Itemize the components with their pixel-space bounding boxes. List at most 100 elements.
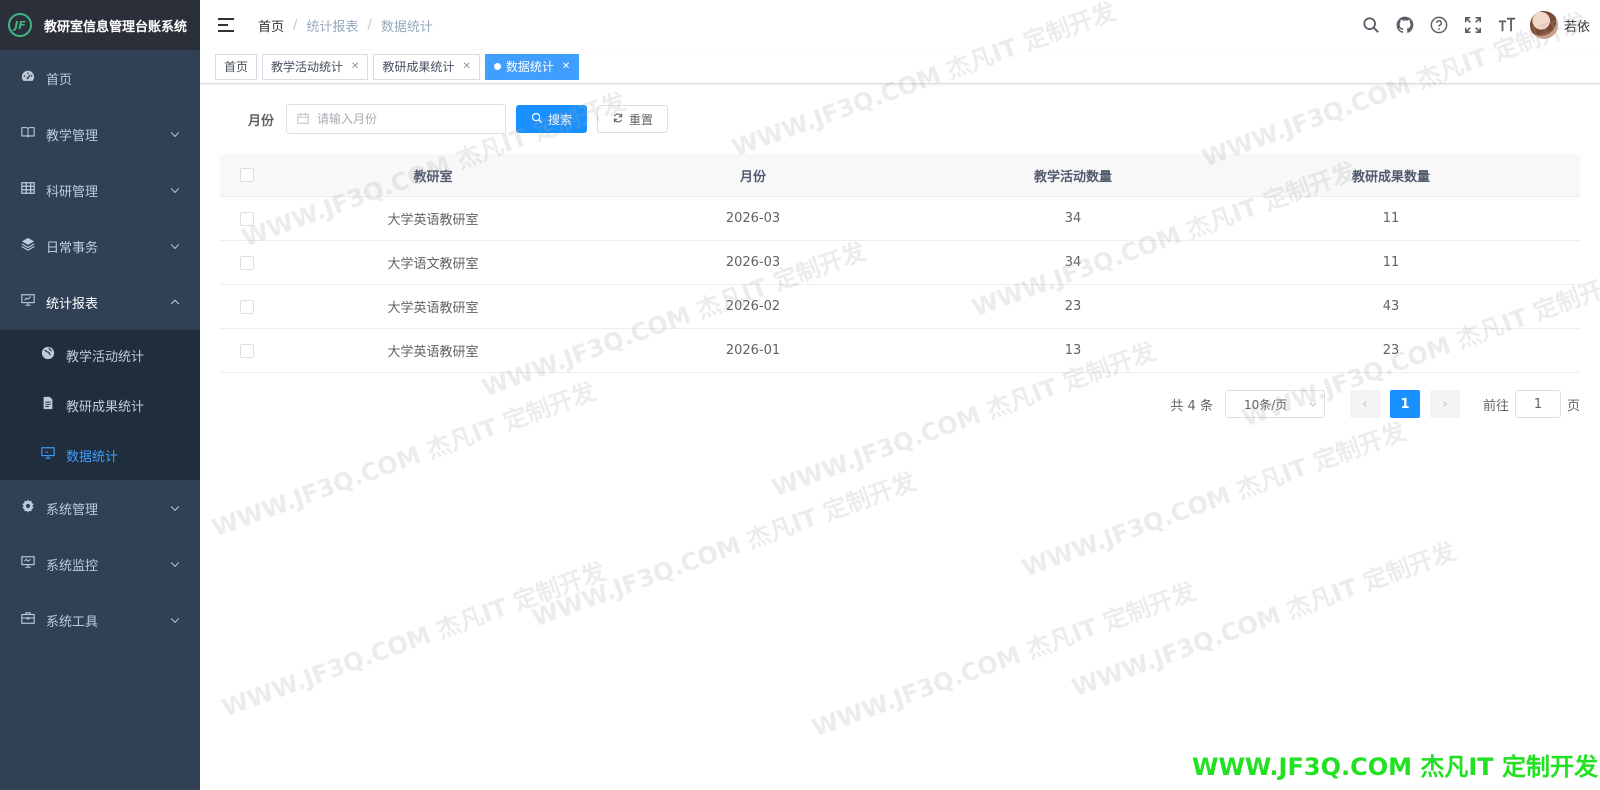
- search-button-label: 搜索: [548, 112, 573, 127]
- hamburger-icon[interactable]: [218, 18, 234, 32]
- main-content: 月份 搜索 重置 教研室 月份 教学活动数量 教研成果数量: [200, 84, 1600, 790]
- book-icon: [20, 125, 36, 143]
- close-icon[interactable]: ✕: [562, 55, 570, 79]
- table-cell: 13: [1064, 343, 1082, 358]
- month-input[interactable]: [317, 112, 488, 126]
- page-size-select[interactable]: 10条/页: [1224, 390, 1325, 418]
- table-cell: 大学英语教研室: [387, 301, 479, 316]
- sidebar-item-data-stats[interactable]: 数据统计: [0, 430, 200, 480]
- table-row[interactable]: 大学英语教研室 2026-02 23 43: [220, 285, 1580, 329]
- logo[interactable]: JF 教研室信息管理台账系统: [0, 0, 200, 50]
- sidebar-item-research-stats[interactable]: 教研成果统计: [0, 380, 200, 430]
- goto-page-input[interactable]: [1514, 390, 1561, 418]
- sidebar-item-label: 教研成果统计: [66, 399, 145, 415]
- grid-icon: [20, 181, 36, 199]
- globe-icon: [40, 346, 56, 364]
- gear-icon: [20, 499, 36, 517]
- monitor-icon: [20, 555, 36, 573]
- table-cell: 23: [1064, 299, 1082, 314]
- document-icon: [40, 396, 56, 414]
- page-number-button[interactable]: 1: [1389, 390, 1420, 418]
- sidebar-item-teaching[interactable]: 教学管理: [0, 106, 200, 162]
- search-icon[interactable]: [1361, 15, 1381, 35]
- sidebar-item-research[interactable]: 科研管理: [0, 162, 200, 218]
- data-table: 教研室 月份 教学活动数量 教研成果数量 大学英语教研室 2026-03 34 …: [220, 154, 1580, 373]
- chevron-down-icon: [170, 128, 180, 138]
- calendar-icon: [297, 112, 309, 127]
- sidebar-item-home[interactable]: 首页: [0, 50, 200, 106]
- sidebar-item-label: 教学管理: [46, 128, 99, 144]
- sidebar-item-label: 数据统计: [66, 449, 119, 465]
- active-dot-icon: [493, 63, 501, 70]
- reset-button[interactable]: 重置: [597, 105, 669, 133]
- sidebar-item-tools[interactable]: 系统工具: [0, 592, 200, 648]
- row-checkbox[interactable]: [240, 255, 254, 270]
- tag-teaching-stats[interactable]: 教学活动统计 ✕: [262, 53, 369, 80]
- breadcrumb-item[interactable]: 首页: [258, 16, 284, 35]
- refresh-icon: [612, 112, 624, 127]
- sidebar-item-daily[interactable]: 日常事务: [0, 218, 200, 274]
- chevron-down-icon: [170, 184, 180, 194]
- table-row[interactable]: 大学语文教研室 2026-03 34 11: [220, 241, 1580, 285]
- row-checkbox[interactable]: [240, 343, 254, 358]
- pagination: 共 4 条 10条/页 ‹ 1 › 前往 页: [1170, 390, 1580, 418]
- close-icon[interactable]: ✕: [462, 55, 470, 79]
- close-icon[interactable]: ✕: [351, 55, 359, 79]
- app-title: 教研室信息管理台账系统: [44, 19, 188, 35]
- question-icon[interactable]: [1429, 15, 1449, 35]
- tag-data-stats[interactable]: 数据统计 ✕: [484, 53, 580, 80]
- user-name[interactable]: 若依: [1564, 16, 1590, 35]
- reports-submenu: 教学活动统计 教研成果统计 数据统计: [0, 330, 200, 480]
- font-size-icon[interactable]: [1497, 15, 1517, 35]
- breadcrumb-item: 数据统计: [380, 19, 433, 35]
- breadcrumb: 首页 / 统计报表 / 数据统计: [258, 16, 433, 35]
- search-button[interactable]: 搜索: [516, 105, 588, 133]
- sidebar-item-monitor[interactable]: 系统监控: [0, 536, 200, 592]
- select-all-checkbox[interactable]: [240, 168, 254, 182]
- next-page-button[interactable]: ›: [1429, 390, 1460, 418]
- page-jumper: 前往 页: [1483, 390, 1580, 418]
- github-icon[interactable]: [1395, 15, 1415, 35]
- tag-label: 首页: [224, 59, 249, 74]
- sidebar-item-label: 系统工具: [46, 614, 99, 630]
- chevron-up-icon: [170, 299, 180, 309]
- table-cell: 2026-03: [725, 255, 781, 270]
- table-cell: 11: [1382, 211, 1400, 226]
- tag-research-stats[interactable]: 教研成果统计 ✕: [373, 53, 480, 80]
- goto-label: 前往: [1482, 398, 1509, 414]
- table-cell: 2026-03: [725, 211, 781, 226]
- sidebar-item-reports[interactable]: 统计报表: [0, 274, 200, 330]
- column-header: 教研室: [413, 169, 453, 185]
- sidebar-item-label: 系统管理: [46, 502, 99, 518]
- tag-label: 教研成果统计: [382, 59, 455, 74]
- table-row[interactable]: 大学英语教研室 2026-03 34 11: [220, 197, 1580, 241]
- table-cell: 43: [1382, 299, 1400, 314]
- row-checkbox[interactable]: [240, 211, 254, 226]
- sidebar: JF 教研室信息管理台账系统 首页 教学管理 科研管理 日常事务 统计报表 教学…: [0, 0, 200, 790]
- layers-icon: [20, 237, 36, 255]
- navbar: 首页 / 统计报表 / 数据统计 若依: [200, 0, 1600, 50]
- month-picker[interactable]: [286, 104, 507, 134]
- row-checkbox[interactable]: [240, 299, 254, 314]
- monitor-icon: [40, 446, 56, 464]
- tag-label: 教学活动统计: [271, 59, 344, 74]
- monitor-icon: [20, 293, 36, 311]
- sidebar-item-label: 系统监控: [46, 558, 99, 574]
- column-header: 教研成果数量: [1351, 169, 1430, 185]
- tags-view: 首页 教学活动统计 ✕ 教研成果统计 ✕ 数据统计 ✕: [200, 50, 1600, 84]
- tag-home[interactable]: 首页: [215, 53, 258, 80]
- sidebar-item-label: 统计报表: [46, 296, 99, 312]
- logo-icon: JF: [8, 13, 32, 37]
- chevron-down-icon: [1309, 399, 1317, 407]
- prev-page-button[interactable]: ‹: [1349, 390, 1380, 418]
- fullscreen-icon[interactable]: [1463, 15, 1483, 35]
- toolbox-icon: [20, 611, 36, 629]
- column-header: 月份: [739, 169, 766, 185]
- avatar[interactable]: [1529, 11, 1558, 39]
- sidebar-item-system[interactable]: 系统管理: [0, 480, 200, 536]
- sidebar-item-teaching-stats[interactable]: 教学活动统计: [0, 330, 200, 380]
- table-cell: 大学英语教研室: [387, 345, 479, 360]
- sidebar-item-label: 科研管理: [46, 184, 99, 200]
- navbar-right: 若依: [1354, 0, 1590, 50]
- table-row[interactable]: 大学英语教研室 2026-01 13 23: [220, 329, 1580, 373]
